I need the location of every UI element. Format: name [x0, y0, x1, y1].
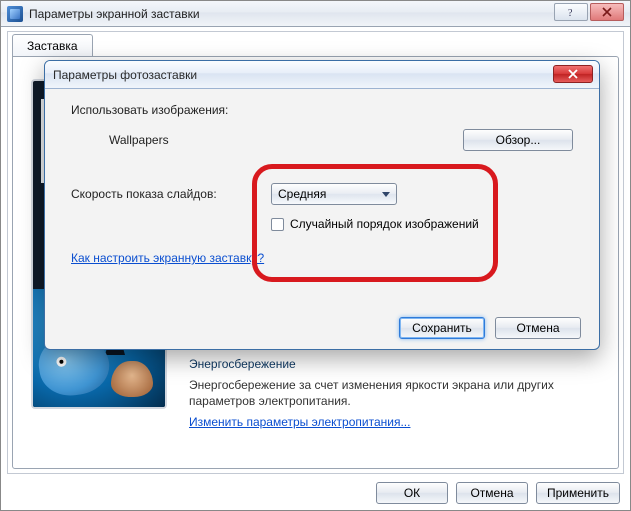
- power-settings-link[interactable]: Изменить параметры электропитания...: [189, 415, 410, 429]
- dialog-titlebar[interactable]: Параметры фотозаставки: [45, 61, 599, 89]
- dialog-close-button[interactable]: [553, 65, 593, 83]
- slide-speed-label: Скорость показа слайдов:: [71, 187, 271, 201]
- energy-section: Энергосбережение Энергосбережение за сче…: [189, 357, 602, 429]
- app-icon: [7, 6, 23, 22]
- slide-speed-value: Средняя: [278, 187, 326, 201]
- photo-screensaver-dialog: Параметры фотозаставки Использовать изоб…: [44, 60, 600, 350]
- browse-button[interactable]: Обзор...: [463, 129, 573, 151]
- use-images-label: Использовать изображения:: [71, 103, 271, 117]
- chevron-down-icon: [382, 192, 390, 197]
- checkbox-icon: [271, 218, 284, 231]
- ok-button[interactable]: ОК: [376, 482, 448, 504]
- energy-text: Энергосбережение за счет изменения яркос…: [189, 377, 602, 409]
- save-button[interactable]: Сохранить: [399, 317, 485, 339]
- outer-window-title: Параметры экранной заставки: [29, 7, 200, 21]
- outer-close-button[interactable]: [590, 3, 624, 21]
- dialog-title: Параметры фотозаставки: [53, 68, 197, 82]
- outer-titlebar[interactable]: Параметры экранной заставки ?: [1, 1, 630, 27]
- shuffle-checkbox[interactable]: Случайный порядок изображений: [271, 217, 479, 231]
- shuffle-label: Случайный порядок изображений: [290, 217, 479, 231]
- outer-cancel-button[interactable]: Отмена: [456, 482, 528, 504]
- folder-name: Wallpapers: [109, 133, 309, 147]
- energy-heading: Энергосбережение: [189, 357, 602, 371]
- close-icon: [567, 69, 579, 79]
- tab-screensaver[interactable]: Заставка: [12, 34, 93, 57]
- apply-button[interactable]: Применить: [536, 482, 620, 504]
- dialog-cancel-button[interactable]: Отмена: [495, 317, 581, 339]
- help-button[interactable]: ?: [554, 3, 588, 21]
- slide-speed-select[interactable]: Средняя: [271, 183, 397, 205]
- help-link[interactable]: Как настроить экранную заставку?: [71, 251, 264, 265]
- svg-text:?: ?: [568, 8, 573, 17]
